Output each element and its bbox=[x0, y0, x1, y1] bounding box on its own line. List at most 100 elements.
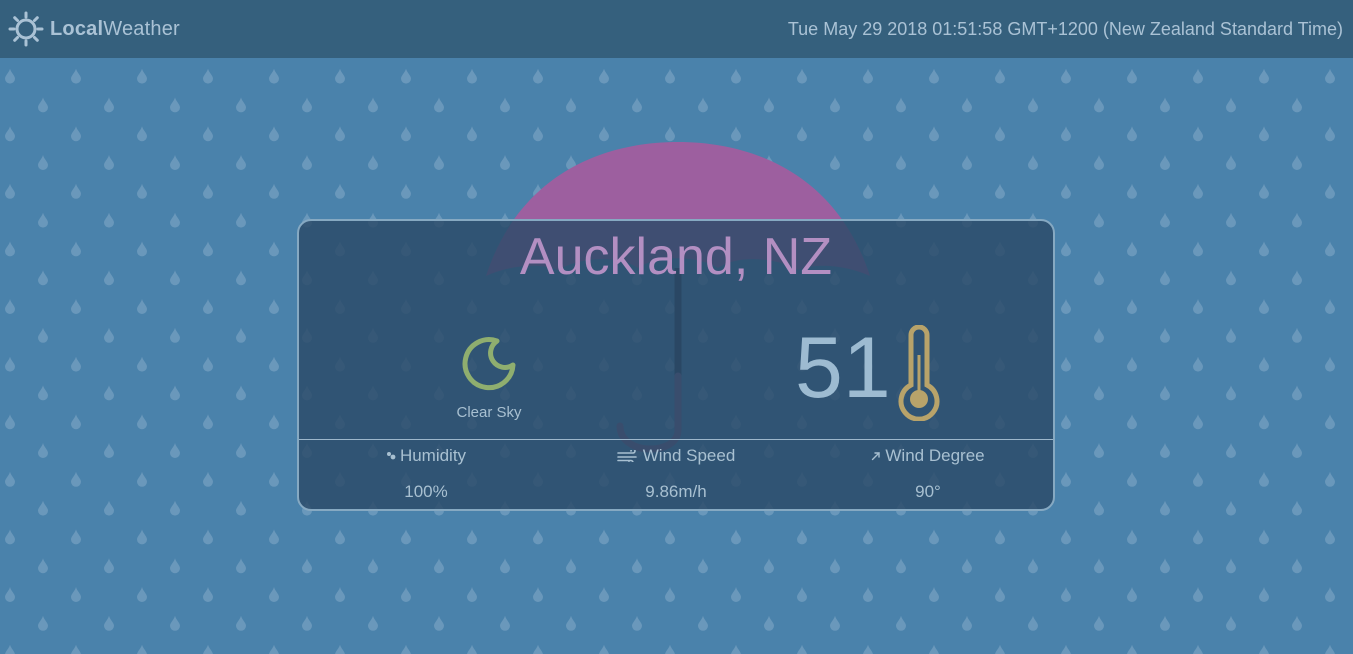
rain-drop bbox=[401, 183, 411, 199]
rain-drop bbox=[929, 587, 939, 602]
rain-drop bbox=[203, 126, 213, 142]
rain-drop bbox=[1259, 644, 1269, 654]
rain-drop bbox=[1325, 471, 1335, 487]
arrow-icon bbox=[872, 452, 881, 461]
rain-drop bbox=[170, 155, 180, 170]
rain-drop bbox=[1094, 443, 1104, 458]
rain-drop bbox=[203, 183, 213, 199]
rain-drop bbox=[1193, 126, 1203, 142]
rain-drop bbox=[302, 558, 312, 574]
rain-drop bbox=[1160, 155, 1170, 170]
rain-drop bbox=[38, 155, 48, 170]
rain-drop bbox=[335, 529, 345, 545]
rain-drop bbox=[1061, 644, 1071, 654]
rain-drop bbox=[1028, 558, 1038, 574]
rain-drop bbox=[1325, 644, 1335, 654]
rain-drop bbox=[599, 587, 609, 602]
rain-drop bbox=[1259, 471, 1269, 487]
rain-drop bbox=[137, 299, 147, 314]
rain-drop bbox=[1160, 97, 1170, 113]
rain-drop bbox=[896, 615, 906, 631]
rain-drop bbox=[170, 270, 180, 286]
brand-name-bold: Local bbox=[50, 17, 104, 40]
rain-drop bbox=[1028, 155, 1038, 170]
rain-drop bbox=[71, 126, 81, 142]
rain-drop bbox=[137, 587, 147, 602]
rain-drop bbox=[797, 529, 807, 545]
rain-drop bbox=[269, 241, 279, 257]
rain-drop bbox=[368, 97, 378, 113]
rain-drop bbox=[203, 241, 213, 257]
rain-drop bbox=[137, 183, 147, 199]
rain-drop bbox=[1160, 327, 1170, 343]
rain-drop bbox=[731, 68, 741, 84]
rain-drop bbox=[269, 529, 279, 545]
rain-drop bbox=[104, 155, 114, 170]
rain-drop bbox=[203, 587, 213, 602]
rain-drop bbox=[929, 183, 939, 199]
rain-drop bbox=[1193, 414, 1203, 430]
rain-drop bbox=[71, 299, 81, 314]
rain-drop bbox=[434, 155, 444, 170]
rain-drop bbox=[467, 183, 477, 199]
rain-drop bbox=[1061, 299, 1071, 314]
rain-drop bbox=[1226, 97, 1236, 113]
rain-drop bbox=[1094, 558, 1104, 574]
rain-drop bbox=[401, 529, 411, 545]
stat-humidity-value: 100% bbox=[404, 482, 448, 501]
rain-drop bbox=[1259, 126, 1269, 142]
rain-drop bbox=[896, 155, 906, 170]
rain-drop bbox=[1325, 68, 1335, 84]
rain-drop bbox=[1160, 270, 1170, 286]
rain-drop bbox=[5, 68, 15, 84]
rain-drop bbox=[1292, 97, 1302, 113]
rain-drop bbox=[962, 155, 972, 170]
rain-drop bbox=[1127, 644, 1137, 654]
rain-drop bbox=[5, 587, 15, 602]
rain-drop bbox=[1160, 615, 1170, 631]
rain-drop bbox=[335, 126, 345, 142]
rain-drop bbox=[236, 615, 246, 631]
rain-drop bbox=[104, 500, 115, 516]
rain-drop bbox=[401, 126, 411, 142]
rain-drop bbox=[401, 68, 411, 84]
rain-drop bbox=[434, 615, 444, 631]
rain-drop bbox=[1028, 615, 1038, 631]
rain-drop bbox=[269, 644, 279, 654]
rain-drop bbox=[104, 443, 114, 458]
rain-drop bbox=[38, 212, 48, 228]
rain-drop bbox=[1325, 299, 1335, 314]
rain-drop bbox=[698, 97, 708, 113]
rain-drop bbox=[71, 183, 81, 199]
stat-humidity-label: Humidity bbox=[399, 446, 467, 465]
rain-drop bbox=[1292, 327, 1302, 343]
rain-drop bbox=[665, 68, 675, 84]
rain-drop bbox=[236, 327, 246, 343]
top-bar: LocalWeather Tue May 29 2018 01:51:58 GM… bbox=[0, 0, 1353, 58]
weather-card: Auckland, NZ Clear Sky 51 Humidity 100% bbox=[297, 219, 1055, 511]
rain-drop bbox=[632, 97, 642, 113]
rain-drop bbox=[1325, 183, 1335, 199]
rain-drop bbox=[1226, 385, 1236, 401]
temperature-value: 51 bbox=[795, 320, 891, 416]
rain-drop bbox=[467, 587, 477, 602]
brand[interactable]: LocalWeather bbox=[8, 11, 180, 47]
rain-drop bbox=[335, 587, 345, 602]
rain-drop bbox=[302, 155, 312, 170]
rain-drop bbox=[38, 615, 48, 631]
rain-drop bbox=[1094, 97, 1104, 113]
rain-drop bbox=[599, 644, 609, 654]
rain-drop bbox=[1061, 126, 1071, 142]
rain-drop bbox=[71, 471, 81, 487]
brand-name: LocalWeather bbox=[50, 18, 180, 41]
rain-drop bbox=[863, 587, 873, 602]
rain-drop bbox=[104, 615, 115, 631]
rain-drop bbox=[1193, 183, 1203, 199]
rain-drop bbox=[1292, 385, 1302, 401]
rain-drop bbox=[104, 327, 115, 343]
rain-drop bbox=[203, 414, 213, 430]
rain-drop bbox=[269, 299, 279, 314]
condition-label: Clear Sky bbox=[456, 404, 522, 421]
rain-drop bbox=[1094, 327, 1104, 343]
rain-drop bbox=[599, 68, 609, 84]
